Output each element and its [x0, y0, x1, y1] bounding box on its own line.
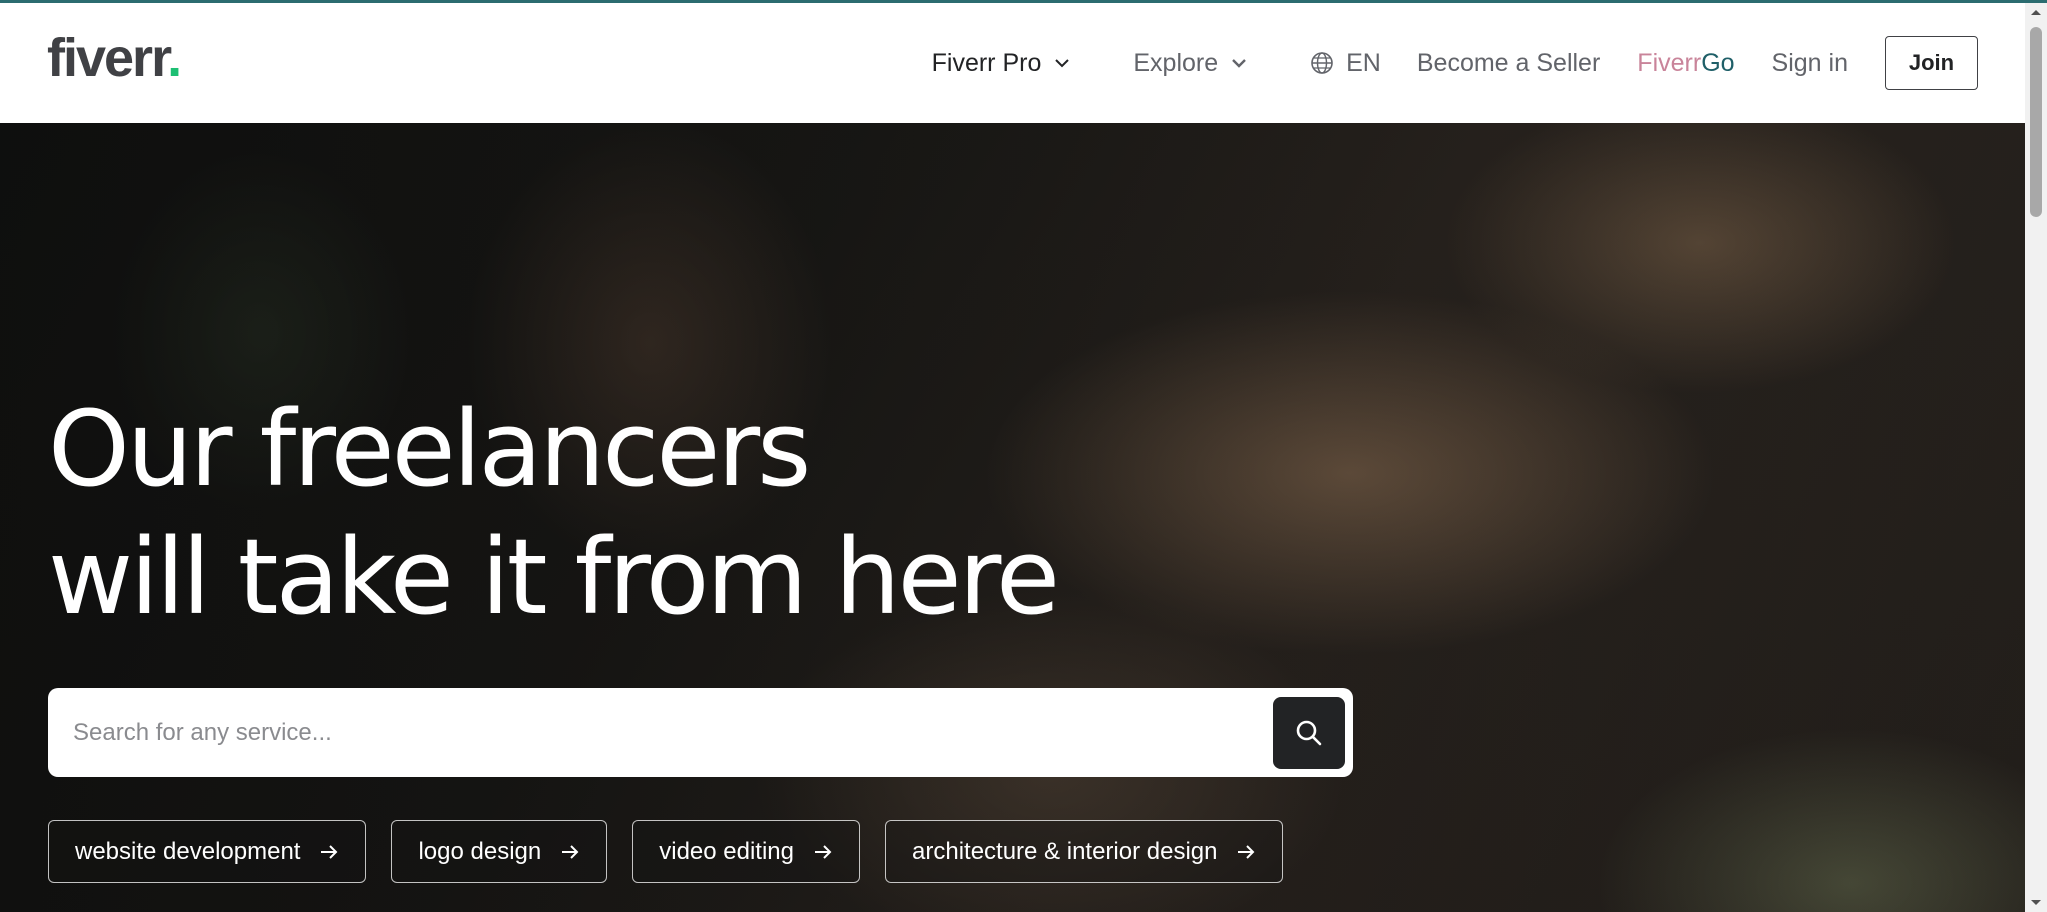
nav-fiverr-pro[interactable]: Fiverr Pro — [932, 49, 1072, 78]
arrow-right-icon — [815, 844, 832, 859]
headline-line-2: will take it from here — [48, 516, 1060, 638]
nav-become-seller[interactable]: Become a Seller — [1417, 49, 1600, 78]
scroll-down-arrow-icon[interactable] — [2025, 894, 2047, 912]
join-button[interactable]: Join — [1885, 36, 1978, 90]
hero-section: Our freelancers will take it from here w… — [0, 123, 2025, 912]
nav-language[interactable]: EN — [1310, 49, 1381, 78]
logo-dot: . — [167, 28, 182, 88]
fiverr-go-label-a: Fiverr — [1637, 48, 1702, 77]
nav-fiverr-go[interactable]: Fiverr Go — [1637, 49, 1734, 78]
logo-text: fiverr — [47, 28, 169, 88]
nav-become-seller-label: Become a Seller — [1416, 48, 1601, 77]
nav-explore-label: Explore — [1133, 48, 1219, 77]
site-header: fiverr. Fiverr Pro Explore EN Become a S… — [0, 3, 2025, 123]
chip-label: architecture & interior design — [912, 837, 1218, 865]
nav-fiverr-pro-label: Fiverr Pro — [931, 48, 1042, 77]
search-button[interactable] — [1273, 696, 1345, 769]
chip-label: video editing — [659, 837, 794, 865]
arrow-right-icon — [1238, 844, 1255, 859]
scrollbar-thumb[interactable] — [2030, 27, 2042, 217]
fiverr-go-label-b: Go — [1701, 48, 1735, 77]
page-scrollbar[interactable] — [2025, 3, 2047, 912]
chip-label: website development — [75, 837, 301, 865]
search-icon — [1296, 720, 1322, 745]
globe-icon — [1311, 52, 1333, 74]
arrow-right-icon — [562, 844, 579, 859]
nav-sign-in[interactable]: Sign in — [1772, 49, 1848, 78]
chip-label: logo design — [418, 837, 542, 865]
nav-explore[interactable]: Explore — [1133, 49, 1248, 78]
main-nav: Fiverr Pro Explore EN Become a Seller Fi… — [932, 3, 1978, 123]
arrow-right-icon — [321, 844, 338, 859]
headline-line-1: Our freelancers — [48, 388, 811, 510]
chevron-down-icon — [1055, 59, 1070, 68]
page: fiverr. Fiverr Pro Explore EN Become a S… — [0, 0, 2047, 912]
nav-sign-in-label: Sign in — [1771, 48, 1848, 77]
fiverr-logo[interactable]: fiverr. — [47, 28, 182, 88]
chip-architecture-interior-design[interactable]: architecture & interior design — [885, 820, 1284, 883]
search-input[interactable] — [48, 688, 1273, 777]
popular-services: website development logo design video ed… — [48, 820, 1308, 883]
chip-logo-design[interactable]: logo design — [391, 820, 608, 883]
chevron-down-icon — [1232, 59, 1246, 68]
search-bar — [48, 688, 1353, 777]
hero-headline: Our freelancers will take it from here — [48, 385, 1060, 641]
chip-video-editing[interactable]: video editing — [632, 820, 860, 883]
nav-language-label: EN — [1346, 48, 1381, 77]
chip-website-development[interactable]: website development — [48, 820, 367, 883]
scroll-up-arrow-icon[interactable] — [2025, 3, 2047, 21]
